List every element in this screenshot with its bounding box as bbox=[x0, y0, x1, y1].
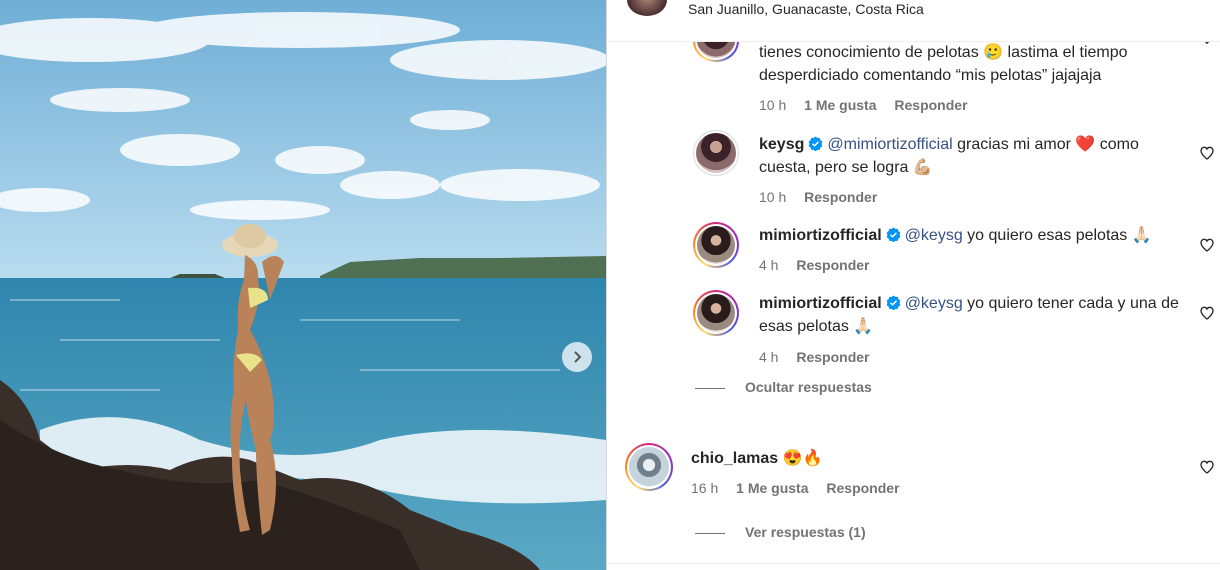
view-replies-button[interactable]: Ver respuestas (1) bbox=[695, 524, 866, 540]
reply-time[interactable]: 4 h bbox=[759, 349, 778, 365]
verified-badge-icon bbox=[886, 227, 901, 242]
like-heart-icon[interactable] bbox=[1199, 145, 1215, 161]
post-photo bbox=[0, 0, 606, 570]
comments-panel: San Juanillo, Guanacaste, Costa Rica tie… bbox=[606, 0, 1220, 570]
replies-divider bbox=[695, 532, 725, 534]
reply-mention[interactable]: @keysg bbox=[905, 295, 963, 312]
replies-divider bbox=[695, 387, 725, 389]
comment-likes[interactable]: 1 Me gusta bbox=[736, 480, 808, 496]
reply-button[interactable]: Responder bbox=[796, 349, 869, 365]
hide-replies-label: Ocultar respuestas bbox=[745, 379, 872, 395]
reply-meta: 10 h 1 Me gusta Responder bbox=[759, 97, 982, 113]
reply-body: yo quiero esas pelotas 🙏🏻 bbox=[962, 227, 1152, 244]
comment-reply-button[interactable]: Responder bbox=[826, 480, 899, 496]
chevron-right-icon bbox=[574, 351, 582, 363]
reply-meta: 4 h Responder bbox=[759, 349, 883, 365]
reply-avatar[interactable] bbox=[693, 290, 739, 336]
reply-time[interactable]: 10 h bbox=[759, 97, 786, 113]
reply-text: mimiortizofficial @keysg yo quiero esas p… bbox=[759, 224, 1179, 247]
hide-replies-button[interactable]: Ocultar respuestas bbox=[695, 379, 872, 395]
like-heart-icon[interactable] bbox=[1199, 305, 1215, 321]
like-heart-icon[interactable] bbox=[1199, 459, 1215, 475]
reply-text: keysg @mimiortizofficial gracias mi amor … bbox=[759, 133, 1179, 179]
comment-time[interactable]: 16 h bbox=[691, 480, 718, 496]
view-replies-label: Ver respuestas (1) bbox=[745, 524, 866, 540]
comments-list: tienes conocimiento de pelotas 🥲 lastima… bbox=[607, 0, 1220, 570]
reply-meta: 10 h Responder bbox=[759, 189, 891, 205]
next-photo-button[interactable] bbox=[562, 342, 592, 372]
reply-time[interactable]: 4 h bbox=[759, 257, 778, 273]
reply-time[interactable]: 10 h bbox=[759, 189, 786, 205]
reply-username[interactable]: keysg bbox=[759, 136, 804, 153]
reply-avatar[interactable] bbox=[693, 222, 739, 268]
post-header: San Juanillo, Guanacaste, Costa Rica bbox=[607, 0, 1220, 42]
reply-meta: 4 h Responder bbox=[759, 257, 883, 273]
author-avatar[interactable] bbox=[627, 0, 667, 16]
like-heart-icon[interactable] bbox=[1199, 237, 1215, 253]
reply-mention[interactable]: @mimiortizofficial bbox=[827, 136, 952, 153]
comment-body: 😍🔥 bbox=[782, 450, 823, 467]
comment-meta: 16 h 1 Me gusta Responder bbox=[691, 480, 914, 496]
reply-button[interactable]: Responder bbox=[804, 189, 877, 205]
reply-avatar[interactable] bbox=[693, 130, 739, 176]
comment-username[interactable]: chio_lamas bbox=[691, 450, 778, 467]
reply-username[interactable]: mimiortizofficial bbox=[759, 295, 882, 312]
beach-photo bbox=[0, 0, 606, 570]
verified-badge-icon bbox=[886, 295, 901, 310]
verified-badge-icon bbox=[809, 136, 823, 151]
panel-divider bbox=[607, 563, 1220, 564]
reply-button[interactable]: Responder bbox=[894, 97, 967, 113]
reply-username[interactable]: mimiortizofficial bbox=[759, 227, 882, 244]
comment-text: chio_lamas 😍🔥 bbox=[691, 447, 1171, 470]
post-location[interactable]: San Juanillo, Guanacaste, Costa Rica bbox=[688, 1, 924, 17]
comment-avatar[interactable] bbox=[625, 443, 673, 491]
reply-button[interactable]: Responder bbox=[796, 257, 869, 273]
reply-likes[interactable]: 1 Me gusta bbox=[804, 97, 876, 113]
reply-text: tienes conocimiento de pelotas 🥲 lastima… bbox=[759, 44, 1128, 84]
reply-mention[interactable]: @keysg bbox=[905, 227, 963, 244]
reply-text: mimiortizofficial @keysg yo quiero tener … bbox=[759, 292, 1179, 338]
